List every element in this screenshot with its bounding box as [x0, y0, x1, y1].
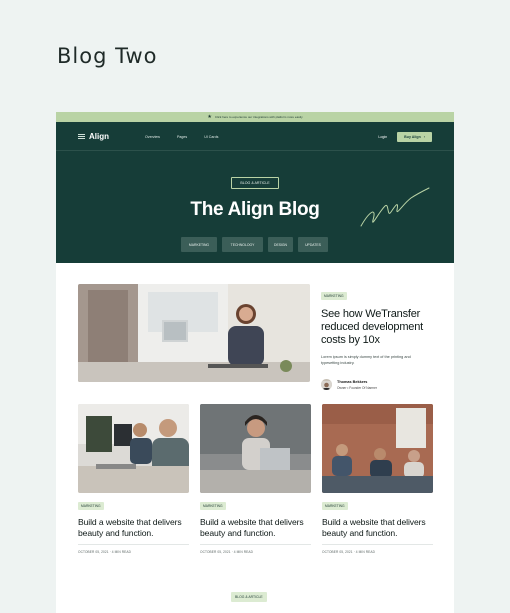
login-link[interactable]: Login — [378, 135, 387, 139]
post-card-tag[interactable]: MARKETING — [78, 502, 104, 510]
top-nav: Align Overview Pages UI Cards Login Buy … — [56, 122, 454, 151]
clipped-heading-decoration — [174, 608, 334, 613]
star-icon: ★ — [207, 113, 212, 120]
category-tags: MARKETING TECHNOLOGY DESIGN UPDATES — [181, 237, 328, 252]
featured-post-details: MARKETING See how WeTransfer reduced dev… — [321, 284, 434, 390]
divider — [200, 544, 311, 545]
logo[interactable]: Align — [78, 132, 109, 141]
post-card-title[interactable]: Build a website that delivers beauty and… — [200, 517, 311, 539]
nav-link-ui-cards[interactable]: UI Cards — [204, 135, 218, 139]
tag-marketing[interactable]: MARKETING — [181, 237, 217, 252]
post-card-image[interactable] — [322, 404, 433, 493]
nav-link-overview[interactable]: Overview — [145, 135, 160, 139]
post-card-title[interactable]: Build a website that delivers beauty and… — [78, 517, 189, 539]
post-card-meta: OCTOBER 05, 2021 · 4 MIN READ — [200, 550, 253, 554]
avatar — [321, 379, 332, 390]
buy-button[interactable]: Buy Align › — [397, 131, 432, 142]
featured-post-tag[interactable]: MARKETING — [321, 292, 347, 300]
featured-post[interactable]: MARKETING See how WeTransfer reduced dev… — [78, 284, 434, 390]
divider — [322, 544, 433, 545]
post-card-image[interactable] — [78, 404, 189, 493]
divider — [78, 544, 189, 545]
page-title: Blog Two — [57, 44, 158, 68]
announcement-text: Click here to experience our integration… — [214, 115, 303, 119]
post-card-meta: OCTOBER 05, 2021 · 4 MIN READ — [78, 550, 131, 554]
author: Thomas Bekkers Owner • Founder Of Narmer — [321, 379, 434, 390]
post-card-tag[interactable]: MARKETING — [322, 502, 348, 510]
nav-links: Overview Pages UI Cards — [145, 122, 235, 151]
logo-text: Align — [89, 131, 109, 141]
post-card[interactable]: MARKETING Build a website that delivers … — [200, 404, 311, 554]
featured-post-image[interactable] — [78, 284, 310, 382]
post-cards: MARKETING Build a website that delivers … — [78, 404, 434, 554]
tag-updates[interactable]: UPDATES — [298, 237, 328, 252]
author-name: Thomas Bekkers — [337, 379, 368, 384]
post-card-title[interactable]: Build a website that delivers beauty and… — [322, 517, 433, 539]
announcement-bar[interactable]: ★ Click here to experience our integrati… — [56, 112, 454, 122]
post-card[interactable]: MARKETING Build a website that delivers … — [322, 404, 433, 554]
section-badge: BLOG & ARTICLE — [231, 592, 267, 602]
hero-section: Align Overview Pages UI Cards Login Buy … — [56, 122, 454, 263]
squiggle-decoration-icon — [360, 187, 430, 227]
preview-frame: ★ Click here to experience our integrati… — [56, 112, 454, 613]
post-card-meta: OCTOBER 05, 2021 · 4 MIN READ — [322, 550, 375, 554]
buy-button-label: Buy Align — [404, 134, 421, 139]
tag-design[interactable]: DESIGN — [268, 237, 293, 252]
featured-post-description: Lorem ipsum is simply dummy text of the … — [321, 355, 411, 365]
chevron-right-icon: › — [423, 134, 425, 139]
hero-badge: BLOG & ARTICLE — [231, 177, 279, 189]
post-card[interactable]: MARKETING Build a website that delivers … — [78, 404, 189, 554]
logo-mark-icon — [78, 133, 85, 139]
author-role: Owner • Founder Of Narmer — [337, 385, 377, 390]
post-card-tag[interactable]: MARKETING — [200, 502, 226, 510]
featured-post-title[interactable]: See how WeTransfer reduced development c… — [321, 308, 434, 347]
tag-technology[interactable]: TECHNOLOGY — [222, 237, 263, 252]
nav-link-pages[interactable]: Pages — [177, 135, 187, 139]
nav-actions: Login Buy Align › — [378, 122, 432, 151]
post-card-image[interactable] — [200, 404, 311, 493]
